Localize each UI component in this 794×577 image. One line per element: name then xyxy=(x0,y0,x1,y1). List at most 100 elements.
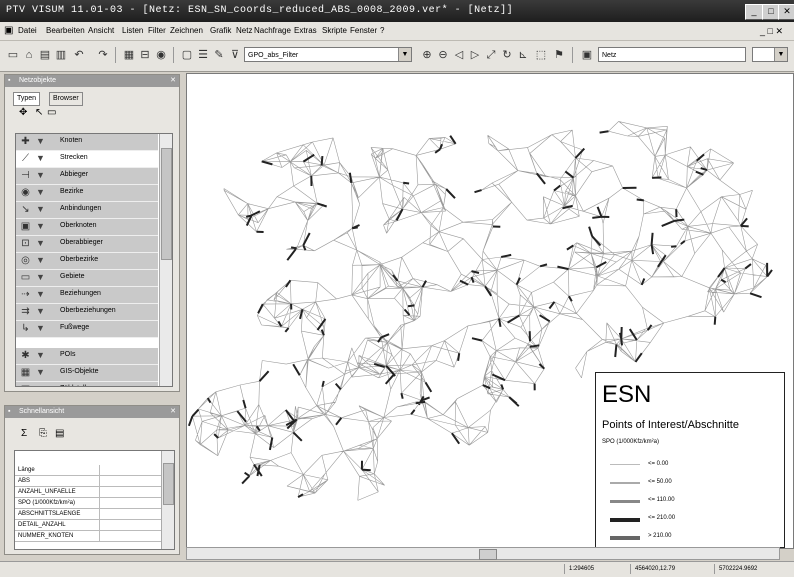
menu-draw[interactable]: Zeichnen xyxy=(170,26,203,35)
scroll-thumb[interactable] xyxy=(479,549,497,560)
settings-icon[interactable]: ▤ xyxy=(55,428,64,439)
filter-icon[interactable]: ▼ xyxy=(36,289,45,300)
filter-icon[interactable]: ▼ xyxy=(36,306,45,317)
menu-network[interactable]: Netz xyxy=(236,26,252,35)
chevron-down-icon[interactable]: ▼ xyxy=(774,48,787,61)
list-item[interactable]: ⟋ ▼ Strecken xyxy=(16,151,158,168)
attribute-value[interactable] xyxy=(99,487,160,497)
filter-icon[interactable]: ▼ xyxy=(36,204,45,215)
zoom-out-icon[interactable]: ⊖ xyxy=(436,48,450,62)
open-icon[interactable]: ⌂ xyxy=(22,48,36,62)
filter-icon[interactable]: ▼ xyxy=(36,255,45,266)
table-row[interactable]: ABSCHNITTSLAENGE xyxy=(15,509,161,520)
print-icon[interactable]: ▦ xyxy=(122,48,136,62)
pin-icon[interactable]: ▪ xyxy=(8,406,10,418)
filter-icon[interactable]: ▼ xyxy=(36,187,45,198)
list-item[interactable]: ⊣ ▼ Abbieger xyxy=(16,168,158,185)
attribute-value[interactable] xyxy=(99,520,160,530)
list-item[interactable]: ▭ ▼ Gebiete xyxy=(16,270,158,287)
attribute-value[interactable] xyxy=(99,465,160,475)
new-icon[interactable]: ▭ xyxy=(6,48,20,62)
filter-icon[interactable]: ▼ xyxy=(36,170,45,181)
list-item[interactable]: ⇢ ▼ Beziehungen xyxy=(16,287,158,304)
list-icon[interactable]: ☰ xyxy=(196,48,210,62)
pan-right-icon[interactable]: ▷ xyxy=(468,48,482,62)
menu-demand[interactable]: Nachfrage xyxy=(254,26,291,35)
chevron-down-icon[interactable]: ▼ xyxy=(398,48,411,61)
filter-icon[interactable]: ▼ xyxy=(36,153,45,164)
filter-icon[interactable]: ▼ xyxy=(36,367,45,378)
table-row[interactable]: ANZAHL_UNFAELLE xyxy=(15,487,161,498)
net-select[interactable]: Netz xyxy=(598,47,746,62)
undo-icon[interactable]: ↶ xyxy=(72,48,86,62)
list-item[interactable]: ◎ ▼ Oberbezirke xyxy=(16,253,158,270)
menu-window[interactable]: Fenster xyxy=(350,26,377,35)
copy-icon[interactable]: ⎘ xyxy=(39,428,47,439)
menu-help[interactable]: ? xyxy=(380,26,384,35)
filter-icon[interactable]: ▼ xyxy=(36,238,45,249)
filter-icon[interactable]: ▼ xyxy=(36,136,45,147)
menu-edit[interactable]: Bearbeiten xyxy=(46,26,85,35)
save-icon[interactable]: ▤ xyxy=(38,48,52,62)
menu-filter[interactable]: Filter xyxy=(148,26,166,35)
list-item[interactable]: ⊡ ▼ Oberabbieger xyxy=(16,236,158,253)
grid-scrollbar[interactable] xyxy=(161,451,174,549)
network-map[interactable]: ESN Points of Interest/Abschnitte SPO (1… xyxy=(186,73,794,549)
close-icon[interactable]: ✕ xyxy=(170,406,176,418)
minimize-button[interactable]: _ xyxy=(745,4,763,20)
map-hscrollbar[interactable] xyxy=(186,547,780,560)
zoom-in-icon[interactable]: ⊕ xyxy=(420,48,434,62)
window-icon[interactable]: ▢ xyxy=(180,48,194,62)
scroll-thumb[interactable] xyxy=(163,463,174,505)
list-item[interactable]: ↘ ▼ Anbindungen xyxy=(16,202,158,219)
select-icon[interactable]: ⬚ xyxy=(534,48,548,62)
filter-icon[interactable]: ▼ xyxy=(36,323,45,334)
redo-icon[interactable]: ↷ xyxy=(96,48,110,62)
attribute-value[interactable] xyxy=(99,476,160,486)
close-button[interactable]: ✕ xyxy=(778,4,794,20)
menu-lists[interactable]: Listen xyxy=(122,26,143,35)
list-item[interactable]: ▤ ▼ Zählstellen xyxy=(16,382,158,386)
scroll-thumb[interactable] xyxy=(161,148,172,260)
pin-icon[interactable]: ▪ xyxy=(8,75,10,87)
list-item[interactable]: ✚ ▼ Knoten xyxy=(16,134,158,151)
save-all-icon[interactable]: ▥ xyxy=(54,48,68,62)
filter-select[interactable]: GPO_abs_Filter ▼ xyxy=(244,47,412,62)
zoom-extent-icon[interactable]: ⤢ xyxy=(484,48,498,62)
pin-icon[interactable]: ⚑ xyxy=(552,48,566,62)
layer-icon[interactable]: ▣ xyxy=(580,48,594,62)
table-row[interactable]: DETAIL_ANZAHL xyxy=(15,520,161,531)
window-icon[interactable]: ▭ xyxy=(47,107,56,118)
filter-icon[interactable]: ⊽ xyxy=(228,48,242,62)
menu-view[interactable]: Ansicht xyxy=(88,26,114,35)
view-select[interactable]: ▼ xyxy=(752,47,788,62)
list-item[interactable]: ▣ ▼ Oberknoten xyxy=(16,219,158,236)
globe-icon[interactable]: ◉ xyxy=(154,48,168,62)
filter-icon[interactable]: ▼ xyxy=(36,272,45,283)
table-row[interactable]: NUMMER_KNOTEN xyxy=(15,531,161,542)
attribute-value[interactable] xyxy=(99,531,160,541)
filter-icon[interactable]: ▼ xyxy=(36,384,45,386)
table-row[interactable]: ABS xyxy=(15,476,161,487)
attribute-value[interactable] xyxy=(99,509,160,519)
app-icon[interactable]: ▣ xyxy=(4,25,13,36)
table-row[interactable]: SPO (1/000Kfz/km²a) xyxy=(15,498,161,509)
measure-icon[interactable]: ⊾ xyxy=(516,48,530,62)
filter-icon[interactable]: ▼ xyxy=(36,350,45,361)
list-item[interactable]: ↳ ▼ Fußwege xyxy=(16,321,158,338)
close-icon[interactable]: ✕ xyxy=(170,75,176,87)
graphic-params-icon[interactable]: ✎ xyxy=(212,48,226,62)
list-scrollbar[interactable] xyxy=(159,134,172,386)
print-preview-icon[interactable]: ⊟ xyxy=(138,48,152,62)
tab-browser[interactable]: Browser xyxy=(49,92,83,106)
pointer-icon[interactable]: ↖ xyxy=(35,107,43,118)
move-icon[interactable]: ✥ xyxy=(19,107,27,118)
sum-icon[interactable]: Σ xyxy=(21,428,27,439)
filter-icon[interactable]: ▼ xyxy=(36,221,45,232)
table-row[interactable]: Länge xyxy=(15,465,161,476)
list-item[interactable]: ✱ ▼ POIs xyxy=(16,348,158,365)
attribute-value[interactable] xyxy=(99,498,160,508)
menu-file[interactable]: Datei xyxy=(18,26,37,35)
pan-left-icon[interactable]: ◁ xyxy=(452,48,466,62)
menu-graphics[interactable]: Grafik xyxy=(210,26,231,35)
